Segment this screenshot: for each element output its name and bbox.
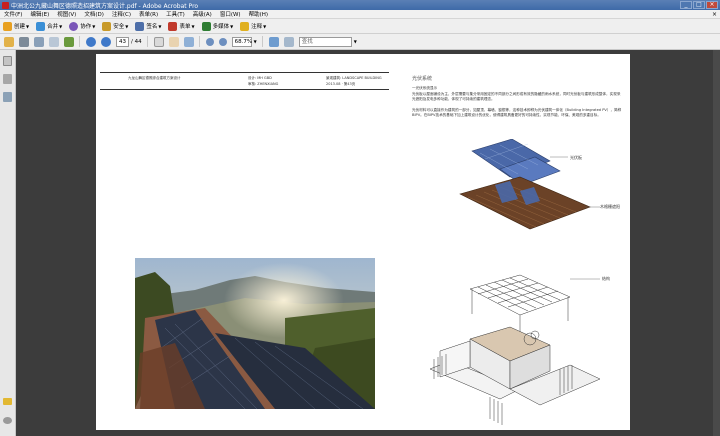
secure-button[interactable]: 安全 ▼ — [102, 21, 128, 31]
print-icon[interactable] — [19, 36, 29, 47]
combine-button[interactable]: 合并 ▼ — [36, 21, 62, 31]
title-bar: 中洲北公九藏山舞区德照造招建筑方案设计.pdf - Adobe Acrobat … — [0, 0, 720, 10]
wood-layer — [459, 176, 591, 230]
label-pv: 光伏板 — [570, 155, 582, 160]
close-button[interactable]: × — [706, 1, 718, 9]
signatures-panel-icon[interactable] — [3, 92, 12, 102]
zoom-out-icon[interactable] — [205, 37, 214, 46]
header-reviewer: 审核: ZHENXIANG — [248, 82, 279, 86]
window-controls: _ □ × — [680, 1, 718, 9]
sign-icon — [135, 21, 145, 31]
form-icon — [168, 21, 178, 31]
lock-icon — [102, 21, 112, 31]
header-designer: 设计: MH GBD — [248, 76, 272, 80]
fit-width-icon[interactable] — [283, 36, 294, 47]
document-close-icon[interactable]: × — [712, 11, 717, 18]
page-number-input[interactable]: 43 — [116, 36, 129, 47]
exploded-axonometric-diagram: 光伏板 木格栅遮阳 结构 — [410, 138, 628, 429]
multimedia-button[interactable]: 多媒体 ▼ — [201, 21, 233, 31]
forms-button[interactable]: 表单 ▼ — [168, 21, 195, 31]
structure-layer — [469, 274, 571, 339]
open-folder-icon[interactable] — [4, 36, 14, 47]
menu-file[interactable]: 文件(F) — [0, 10, 26, 18]
menu-edit[interactable]: 编辑(E) — [26, 10, 53, 18]
create-icon — [3, 21, 12, 31]
find-input[interactable]: 查找 — [298, 36, 352, 47]
label-structure: 结构 — [602, 276, 610, 281]
paragraph-1: 光伏板以屋面铺设为主，外层需要与集分采用固定的不同部分之间形成有效的隐藏的雨水系… — [412, 92, 621, 101]
vertical-scrollbar[interactable] — [713, 50, 720, 436]
pages-panel-icon[interactable] — [3, 56, 12, 66]
page-total-label: / 44 — [131, 38, 142, 45]
zoom-dropdown-icon[interactable]: ▼ — [254, 39, 257, 44]
email-icon[interactable] — [49, 36, 59, 47]
save-icon[interactable] — [34, 36, 44, 47]
paragraph-2: 光伏材料可以直接作为建筑的一部分，如屋顶、幕墙、窗檐等，这种技术即称为光伏建筑一… — [412, 108, 622, 117]
toolbar-divider — [146, 36, 148, 47]
marquee-zoom-icon[interactable] — [183, 36, 194, 47]
menu-bar: 文件(F) 编辑(E) 视图(V) 文档(D) 注释(C) 表单(R) 工具(T… — [0, 10, 720, 19]
label-wood: 木格栅遮阳 — [600, 204, 620, 209]
attachments-panel-icon[interactable] — [3, 74, 12, 84]
combine-icon — [36, 21, 46, 31]
header-company: 景观建筑: LANDSCAPE BUILDING — [326, 76, 382, 80]
zoom-level-select[interactable]: 68.7% — [231, 36, 252, 47]
menu-tools[interactable]: 工具(T) — [162, 10, 189, 18]
attach-panel-icon[interactable] — [3, 417, 12, 424]
hand-tool-icon[interactable] — [168, 36, 179, 47]
fit-page-icon[interactable] — [268, 36, 279, 47]
section-title: 光伏系统 — [412, 76, 433, 82]
comments-panel-icon[interactable] — [3, 398, 12, 405]
comment-button[interactable]: 注释 ▼ — [240, 21, 266, 31]
comment-icon — [240, 21, 250, 31]
select-tool-icon[interactable] — [153, 36, 164, 47]
multimedia-icon — [201, 21, 211, 31]
attach-icon[interactable] — [64, 36, 74, 47]
photo-drawing — [135, 258, 375, 409]
building-layer — [429, 326, 601, 425]
menu-forms[interactable]: 表单(R) — [135, 10, 162, 18]
collaborate-icon — [69, 21, 79, 31]
menu-document[interactable]: 文档(D) — [80, 10, 108, 18]
find-dropdown-icon[interactable]: ▼ — [354, 39, 357, 44]
menu-window[interactable]: 窗口(W) — [216, 10, 245, 18]
document-viewport[interactable]: 九龙山舞区德照综合建筑方案设计 设计: MH GBD 审核: ZHENXIANG… — [16, 50, 720, 436]
maximize-button[interactable]: □ — [693, 1, 705, 9]
zoom-in-icon[interactable] — [218, 37, 227, 46]
header-date: 2013.08 · 第43页 — [326, 82, 356, 86]
navigation-pane — [0, 50, 16, 436]
paragraph-title: 一光伏系统显示 — [412, 86, 438, 90]
menu-comments[interactable]: 注释(C) — [108, 10, 135, 18]
sign-button[interactable]: 签名 ▼ — [135, 21, 161, 31]
create-button[interactable]: 创建 ▼ — [3, 21, 29, 31]
menu-help[interactable]: 帮助(H) — [245, 10, 272, 18]
task-toolbar: 创建 ▼ 合并 ▼ 协作 ▼ 安全 ▼ 签名 ▼ 表单 ▼ 多媒体 ▼ 注释 ▼ — [0, 19, 720, 34]
find-placeholder: 查找 — [301, 38, 313, 45]
diagram-drawing — [429, 138, 601, 425]
acrobat-app-icon — [2, 1, 9, 9]
toolbar-divider — [261, 36, 263, 47]
previous-page-icon[interactable] — [86, 36, 96, 47]
header-project: 九龙山舞区德照综合建筑方案设计 — [128, 76, 181, 80]
pdf-page: 九龙山舞区德照综合建筑方案设计 设计: MH GBD 审核: ZHENXIANG… — [96, 54, 630, 430]
menu-view[interactable]: 视图(V) — [53, 10, 80, 18]
solar-roof-photo — [135, 258, 375, 409]
toolbar-divider — [198, 36, 200, 47]
minimize-button[interactable]: _ — [680, 1, 692, 9]
page-header: 九龙山舞区德照综合建筑方案设计 设计: MH GBD 审核: ZHENXIANG… — [100, 72, 389, 90]
menu-advanced[interactable]: 高级(A) — [189, 10, 216, 18]
navigation-toolbar: 43 / 44 68.7% ▼ 查找 ▼ — [0, 34, 720, 50]
window-title: 中洲北公九藏山舞区德照造招建筑方案设计.pdf - Adobe Acrobat … — [11, 2, 199, 10]
collaborate-button[interactable]: 协作 ▼ — [69, 21, 95, 31]
toolbar-divider — [79, 36, 80, 47]
next-page-icon[interactable] — [101, 36, 111, 47]
